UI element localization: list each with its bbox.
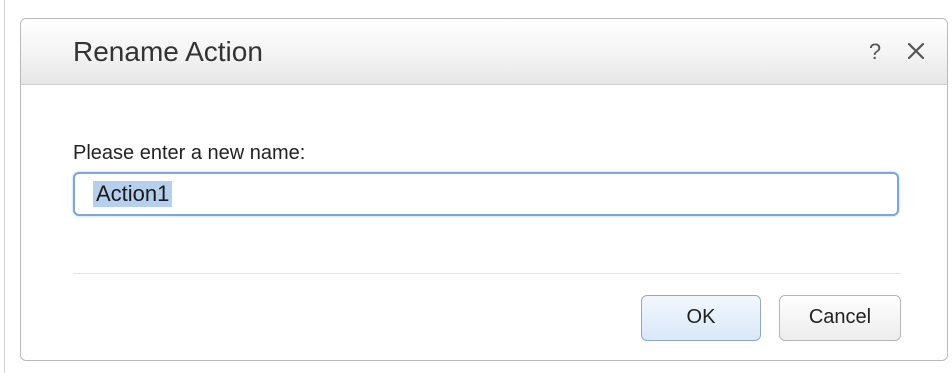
dialog-titlebar: Rename Action ? (21, 19, 947, 85)
close-button[interactable] (905, 40, 927, 62)
new-name-label: Please enter a new name: (73, 142, 306, 164)
help-button[interactable]: ? (865, 38, 885, 66)
close-icon (907, 42, 925, 60)
rename-action-dialog: Rename Action ? Please enter a new name:… (20, 18, 948, 361)
ok-button[interactable]: OK (641, 295, 761, 341)
dialog-title: Rename Action (73, 36, 263, 67)
selected-input-text: Action1 (93, 181, 173, 207)
button-divider (73, 273, 901, 274)
background-edge (4, 0, 5, 373)
new-name-input[interactable]: Action1 (73, 172, 899, 216)
cancel-button[interactable]: Cancel (779, 295, 901, 341)
